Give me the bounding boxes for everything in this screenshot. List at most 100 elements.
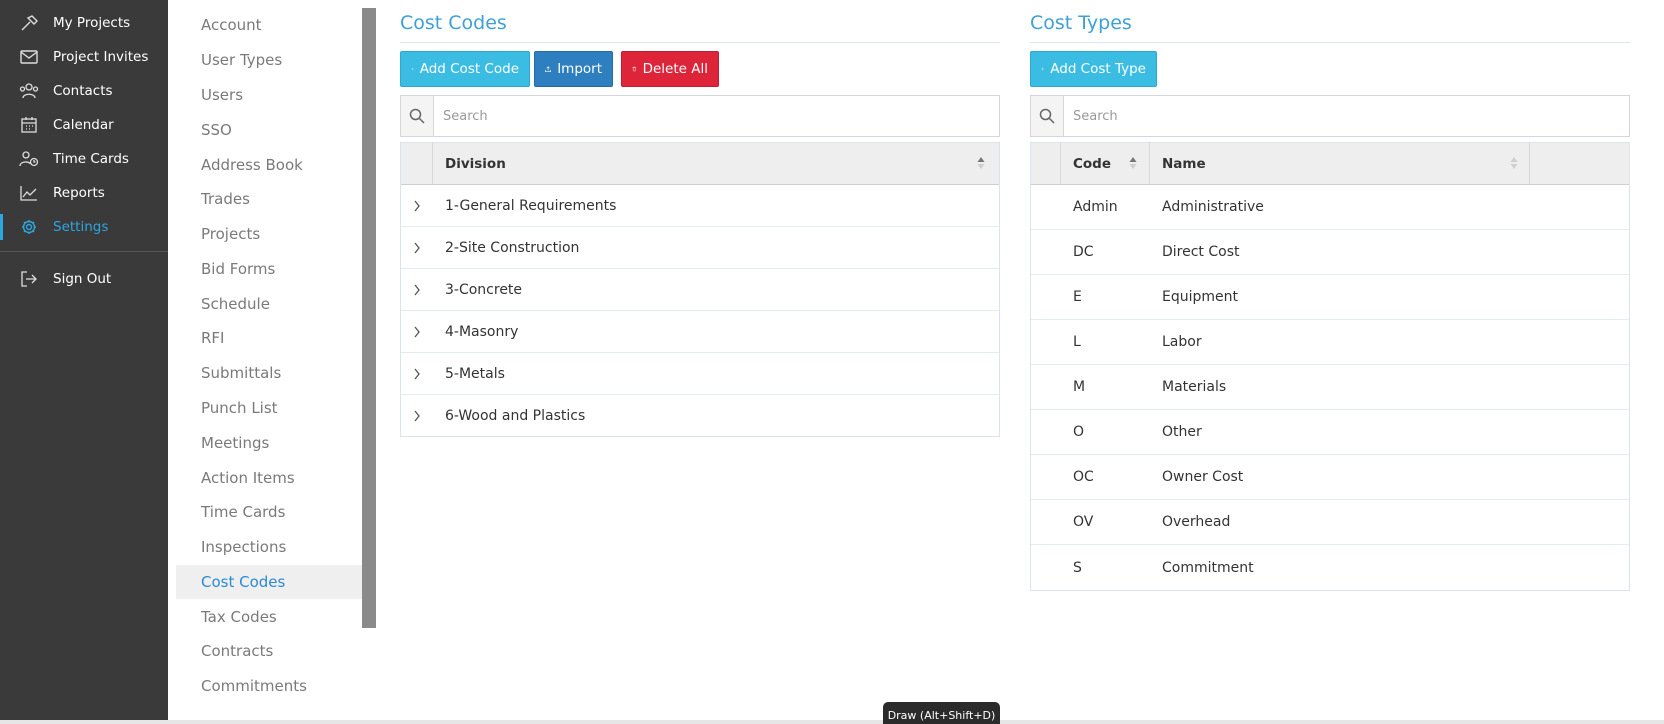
division-header-label: Division [445,155,506,172]
cost-type-row[interactable]: L Labor [1031,320,1629,365]
submenu-item-schedule[interactable]: Schedule [176,287,362,321]
chevron-right-icon[interactable] [413,227,423,268]
division-name: 4-Masonry [445,323,519,340]
division-name: 6-Wood and Plastics [445,407,586,424]
submenu-item-account[interactable]: Account [176,8,362,42]
submenu-item-trades[interactable]: Trades [176,182,362,216]
submenu-item-time-cards[interactable]: Time Cards [176,495,362,529]
nav-item-label: Calendar [53,117,114,133]
code-column-header[interactable]: Code [1061,143,1150,184]
cost-type-row[interactable]: M Materials [1031,365,1629,410]
cost-codes-search-input[interactable] [434,96,994,136]
cost-type-code: Admin [1073,199,1118,215]
submenu-item-submittals[interactable]: Submittals [176,356,362,390]
import-button[interactable]: Import [534,51,613,87]
nav-item-reports[interactable]: Reports [0,176,168,210]
submenu-item-users[interactable]: Users [176,78,362,112]
submenu-item-projects[interactable]: Projects [176,217,362,251]
submenu-item-sso[interactable]: SSO [176,113,362,147]
trash-icon [632,66,637,72]
submenu-item-cost-codes[interactable]: Cost Codes [176,565,362,599]
division-row[interactable]: 2-Site Construction [401,227,999,269]
nav-item-label: Project Invites [53,49,149,65]
cost-type-name: Direct Cost [1162,244,1240,260]
cost-types-search-input[interactable] [1064,96,1624,136]
submenu-item-action-items[interactable]: Action Items [176,461,362,495]
actions-column-header [1530,143,1629,184]
submenu-item-user-types[interactable]: User Types [176,43,362,77]
delete-all-label: Delete All [642,61,708,77]
division-name: 5-Metals [445,365,505,382]
submenu-item-address-book[interactable]: Address Book [176,148,362,182]
submenu-item-punch-list[interactable]: Punch List [176,391,362,425]
sort-icon [1129,156,1137,170]
add-cost-code-label: Add Cost Code [419,61,519,77]
nav-item-calendar[interactable]: Calendar [0,108,168,142]
add-cost-type-label: Add Cost Type [1050,61,1146,77]
cost-type-row[interactable]: OV Overhead [1031,500,1629,545]
cost-type-name: Administrative [1162,199,1264,215]
nav-divider [0,251,168,252]
cost-types-grid: Code Name Admin Administrative DC Direct… [1030,142,1630,591]
cost-type-name: Commitment [1162,559,1254,576]
submenu-item-rfi[interactable]: RFI [176,321,362,355]
draw-tooltip: Draw (Alt+Shift+D) [883,702,1000,724]
main-navigation: My Projects Project Invites Contacts Cal… [0,0,168,724]
submenu-item-bid-forms[interactable]: Bid Forms [176,252,362,286]
cost-type-row[interactable]: O Other [1031,410,1629,455]
cost-type-name: Overhead [1162,514,1231,530]
cost-type-code: OC [1073,469,1094,485]
submenu-item-commitments[interactable]: Commitments [176,669,362,703]
submenu-scrollbar[interactable] [362,8,376,628]
nav-item-project-invites[interactable]: Project Invites [0,40,168,74]
chevron-right-icon[interactable] [413,395,423,436]
gear-icon [19,218,39,236]
select-column-header [1031,143,1061,184]
chevron-right-icon[interactable] [413,311,423,352]
search-icon [401,96,434,136]
submenu-item-meetings[interactable]: Meetings [176,426,362,460]
division-row[interactable]: 4-Masonry [401,311,999,353]
chevron-right-icon[interactable] [413,185,423,226]
cost-type-code: O [1073,424,1085,440]
division-row[interactable]: 1-General Requirements [401,185,999,227]
division-row[interactable]: 5-Metals [401,353,999,395]
cost-type-row[interactable]: S Commitment [1031,545,1629,590]
people-icon [19,82,39,100]
delete-all-button[interactable]: Delete All [621,51,719,87]
cost-type-code: E [1073,289,1082,305]
submenu-item-inspections[interactable]: Inspections [176,530,362,564]
cost-codes-title-rule [400,42,1000,43]
division-row[interactable]: 6-Wood and Plastics [401,395,999,436]
settings-submenu: Account User Types Users SSO Address Boo… [176,8,362,695]
division-row[interactable]: 3-Concrete [401,269,999,311]
cost-codes-grid-header: Division [401,143,999,185]
plus-icon [411,67,414,71]
nav-item-my-projects[interactable]: My Projects [0,6,168,40]
add-cost-code-button[interactable]: Add Cost Code [400,51,530,87]
cost-type-row[interactable]: DC Direct Cost [1031,230,1629,275]
submenu-item-contracts[interactable]: Contracts [176,634,362,668]
cost-type-name: Materials [1162,379,1227,395]
division-name: 2-Site Construction [445,239,580,256]
cost-type-row[interactable]: E Equipment [1031,275,1629,320]
nav-item-time-cards[interactable]: Time Cards [0,142,168,176]
nav-item-settings[interactable]: Settings [0,210,168,244]
division-column-header[interactable]: Division [433,143,999,184]
division-name: 1-General Requirements [445,197,617,214]
name-column-header[interactable]: Name [1150,143,1530,184]
cost-types-search [1030,95,1630,137]
cost-type-name: Labor [1162,334,1202,350]
nav-item-sign-out[interactable]: Sign Out [0,262,168,296]
nav-item-label: Settings [53,219,109,235]
submenu-item-tax-codes[interactable]: Tax Codes [176,600,362,634]
cost-codes-search [400,95,1000,137]
cost-type-name: Other [1162,424,1202,440]
cost-type-row[interactable]: OC Owner Cost [1031,455,1629,500]
nav-item-contacts[interactable]: Contacts [0,74,168,108]
add-cost-type-button[interactable]: Add Cost Type [1030,51,1157,87]
chevron-right-icon[interactable] [413,269,423,310]
cost-type-row[interactable]: Admin Administrative [1031,185,1629,230]
import-label: Import [557,61,602,77]
chevron-right-icon[interactable] [413,353,423,394]
